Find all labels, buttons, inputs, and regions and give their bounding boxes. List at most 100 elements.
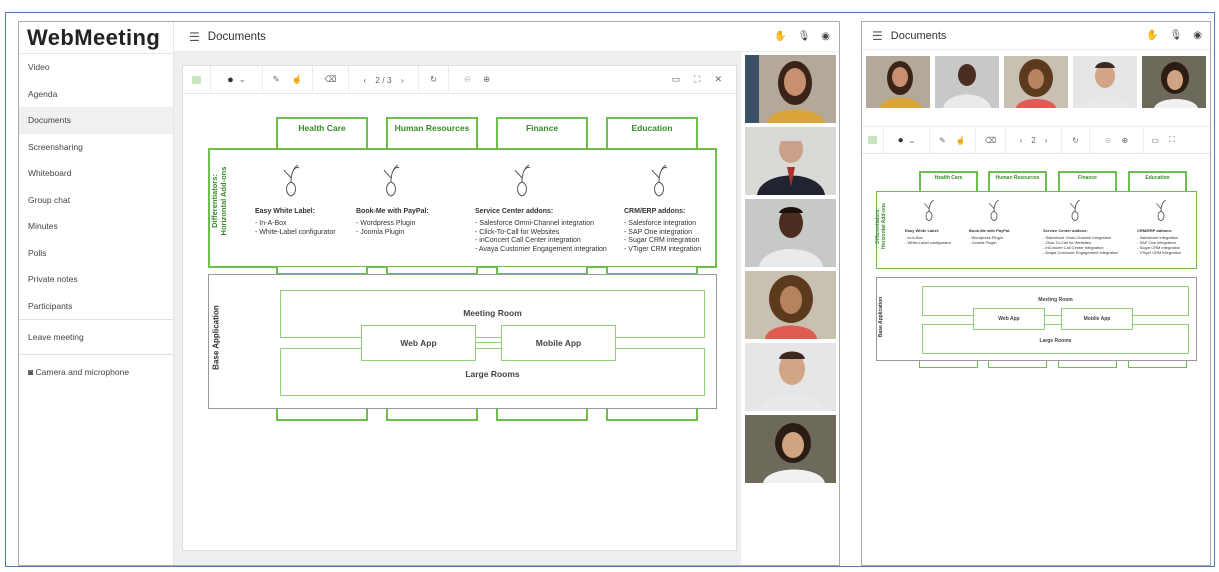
addon-book-me: Book-Me with PayPal: - Wordpress Plugin - …	[969, 228, 1011, 245]
sidebar-item-agenda[interactable]: Agenda	[19, 81, 173, 108]
addon-service-center: Service Center addons: - Salesforce Omni-…	[475, 208, 607, 253]
participant-video[interactable]	[866, 56, 930, 108]
zoom-out-icon[interactable]: ⊖	[1105, 136, 1112, 145]
microphone-icon[interactable]: 🎙	[798, 31, 811, 42]
connector	[1058, 361, 1117, 368]
refresh-icon[interactable]: ↻	[419, 66, 449, 93]
zoom-in-icon[interactable]: ⊕	[1122, 136, 1129, 145]
eye-icon[interactable]: ◉	[1193, 30, 1202, 41]
draw-tools: ✎ ☝	[930, 127, 976, 153]
camera-microphone-item[interactable]: ◙ Camera and microphone	[19, 355, 173, 389]
sidebar-item-group-chat[interactable]: Group chat	[19, 187, 173, 214]
tab-health-care: Health Care	[919, 171, 978, 193]
tab-education: Education	[606, 117, 698, 149]
fit-screen-icon[interactable]: ▭	[1151, 136, 1159, 145]
meeting-room-box: Meeting Room	[280, 290, 705, 338]
participant-video[interactable]	[745, 199, 836, 267]
participant-video[interactable]	[745, 271, 836, 339]
add-ons-box: Differentiators: Horizontal Add-ons Easy …	[208, 148, 717, 268]
base-application-box: Base Application Meeting Room Large Room…	[208, 274, 717, 409]
hand-icon[interactable]: ✋	[1146, 30, 1158, 41]
tab-human-resources: Human Resources	[386, 117, 478, 149]
zoom-out-icon[interactable]: ⊖	[464, 74, 471, 85]
architecture-diagram: Health Care Human Resources Finance Educ…	[183, 94, 738, 514]
menu-icon[interactable]: ☰	[189, 30, 200, 44]
pen-size-select[interactable]: ● ⌄	[211, 66, 263, 93]
prev-page-icon[interactable]: ‹	[363, 75, 366, 85]
plant-icon	[383, 164, 400, 197]
top-bar: ☰ Documents ✋ 🎙 ◉	[862, 22, 1210, 50]
addon-book-me: Book-Me with PayPal: - Wordpress Plugin - …	[356, 208, 429, 236]
plant-icon	[651, 164, 668, 197]
hand-pointer-icon[interactable]: ☝	[292, 74, 303, 85]
participant-video[interactable]	[1073, 56, 1137, 108]
color-swatch[interactable]	[862, 127, 884, 153]
participant-video[interactable]	[935, 56, 999, 108]
web-app-box: Web App	[361, 325, 476, 361]
base-application-box: Base Application Meeting Room Large Room…	[876, 277, 1197, 361]
large-rooms-box: Large Rooms	[280, 348, 705, 396]
next-page-icon[interactable]: ›	[401, 75, 404, 85]
microphone-icon[interactable]: 🎙	[1170, 30, 1183, 41]
tab-education: Education	[1128, 171, 1187, 193]
sidebar-item-minutes[interactable]: Minutes	[19, 213, 173, 240]
leave-meeting-button[interactable]: Leave meeting	[19, 320, 173, 354]
hand-icon[interactable]: ✋	[774, 31, 786, 42]
plant-icon	[1155, 199, 1166, 222]
refresh-icon[interactable]: ↻	[1062, 127, 1090, 153]
connector	[988, 361, 1047, 368]
zoom-tools: ⊖ ⊕	[1090, 127, 1144, 153]
menu-icon[interactable]: ☰	[872, 29, 883, 43]
addon-white-label: Easy White Label: - In-A-Box - White-Label…	[255, 208, 336, 236]
participant-video[interactable]	[745, 415, 836, 483]
main-window: WebMeeting Video Agenda Documents Screen…	[18, 21, 840, 566]
eraser-icon[interactable]: ⌫	[976, 127, 1006, 153]
participant-video[interactable]	[745, 55, 836, 123]
zoom-in-icon[interactable]: ⊕	[483, 74, 490, 85]
page-navigator: ‹ 2 ›	[1006, 127, 1062, 153]
fullscreen-icon[interactable]: ⛶	[694, 74, 700, 85]
sidebar-item-documents[interactable]: Documents	[19, 107, 173, 134]
close-icon[interactable]: ✕	[714, 74, 722, 85]
camera-icon: ◙	[28, 367, 36, 377]
next-page-icon[interactable]: ›	[1045, 136, 1048, 145]
participant-video[interactable]	[745, 343, 836, 411]
participant-video[interactable]	[1004, 56, 1068, 108]
view-tools: ▭ ⛶	[1144, 127, 1182, 153]
connector	[386, 409, 478, 421]
fullscreen-icon[interactable]: ⛶	[1169, 135, 1175, 145]
hand-pointer-icon[interactable]: ☝	[956, 136, 966, 145]
connector	[606, 409, 698, 421]
color-swatch[interactable]	[183, 66, 211, 93]
eye-icon[interactable]: ◉	[821, 31, 830, 42]
addon-white-label: Easy White Label: - In-A-Box - White-Label…	[905, 228, 952, 245]
pen-icon[interactable]: ✎	[939, 136, 946, 145]
video-strip	[866, 50, 1210, 112]
sidebar-item-screensharing[interactable]: Screensharing	[19, 134, 173, 161]
document-toolbar: ● ⌄ ✎ ☝ ⌫ ‹ 2 / 3 › ↻ ⊖ ⊕ ▭ ⛶ ✕	[183, 66, 736, 94]
tab-finance: Finance	[1058, 171, 1117, 193]
plant-icon	[923, 199, 934, 222]
prev-page-icon[interactable]: ‹	[1020, 136, 1023, 145]
architecture-diagram-small: Health Care Human Resources Finance Educ…	[862, 162, 1210, 382]
sidebar: WebMeeting Video Agenda Documents Screen…	[19, 22, 174, 565]
connector	[1128, 361, 1187, 368]
participant-video[interactable]	[745, 127, 836, 195]
sidebar-item-participants[interactable]: Participants	[19, 293, 173, 320]
sidebar-nav: Video Agenda Documents Screensharing Whi…	[19, 54, 173, 389]
meeting-room-box: Meeting Room	[922, 286, 1189, 316]
tab-finance: Finance	[496, 117, 588, 149]
zoom-tools: ⊖ ⊕	[449, 66, 505, 93]
pen-size-select[interactable]: ● ⌄	[884, 127, 930, 153]
pen-icon[interactable]: ✎	[273, 74, 280, 85]
fit-screen-icon[interactable]: ▭	[672, 74, 681, 85]
mobile-app-box: Mobile App	[1061, 308, 1133, 330]
eraser-icon[interactable]: ⌫	[313, 66, 349, 93]
participant-video[interactable]	[1142, 56, 1206, 108]
sidebar-item-whiteboard[interactable]: Whiteboard	[19, 160, 173, 187]
document-toolbar: ● ⌄ ✎ ☝ ⌫ ‹ 2 › ↻ ⊖ ⊕ ▭ ⛶	[862, 126, 1210, 154]
content-area: ● ⌄ ✎ ☝ ⌫ ‹ 2 / 3 › ↻ ⊖ ⊕ ▭ ⛶ ✕ Health Care H…	[174, 52, 839, 565]
sidebar-item-private-notes[interactable]: Private notes	[19, 266, 173, 293]
sidebar-item-video[interactable]: Video	[19, 54, 173, 81]
sidebar-item-polls[interactable]: Polls	[19, 240, 173, 267]
